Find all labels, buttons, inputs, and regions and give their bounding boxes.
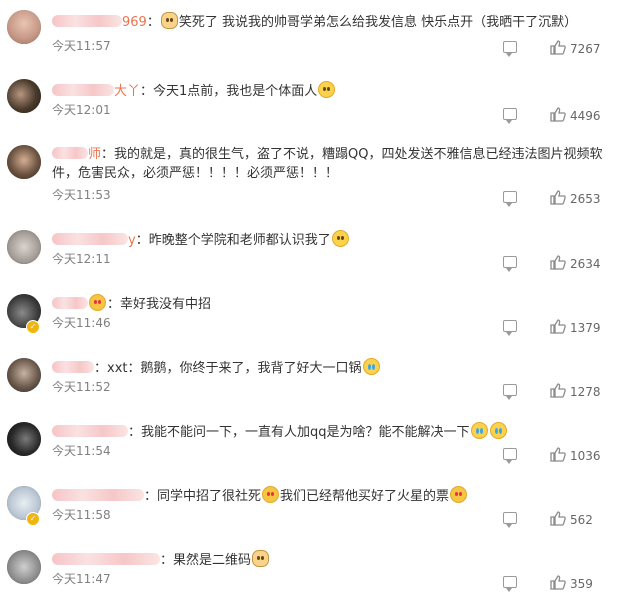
thumbs-up-icon[interactable] — [550, 107, 566, 122]
crying-emoji-icon — [470, 422, 488, 439]
comment-text: xxt：鹅鹅，你终于来了，我背了好大一口锅 — [107, 361, 362, 376]
reply-icon[interactable] — [503, 384, 517, 400]
avatar[interactable] — [7, 358, 41, 392]
reply-icon[interactable] — [503, 576, 517, 592]
smile-emoji-icon — [318, 81, 336, 98]
thumbs-up-icon[interactable] — [550, 511, 566, 526]
comment-time: 今天11:58 — [52, 508, 111, 522]
username[interactable] — [52, 489, 144, 501]
avatar[interactable] — [7, 550, 41, 584]
comment-time: 今天11:52 — [52, 380, 111, 394]
comment-time: 今天11:46 — [52, 316, 111, 330]
comment-text: 我们已经帮他买好了火星的票 — [280, 489, 450, 504]
crying-emoji-icon — [362, 358, 380, 375]
comment-time: 今天11:53 — [52, 188, 111, 202]
reply-icon[interactable] — [503, 41, 517, 57]
comment-item: 969： 笑死了 我说我的帅哥学弟怎么给我发信息 快乐点开（我晒干了沉默） 今天1… — [0, 10, 617, 74]
reply-icon[interactable] — [503, 448, 517, 464]
avatar[interactable] — [7, 10, 41, 44]
comment-text: 幸好我没有中招 — [120, 297, 212, 312]
comment-time: 今天11:57 — [52, 39, 111, 53]
comment-item: ：xxt：鹅鹅，你终于来了，我背了好大一口锅 今天11:52 1278 — [0, 356, 617, 420]
comment-text: 笑死了 我说我的帅哥学弟怎么给我发信息 快乐点开（我晒干了沉默） — [178, 15, 578, 30]
username-suffix: 师 — [88, 147, 102, 162]
reply-icon[interactable] — [503, 512, 517, 528]
comment-time: 今天11:54 — [52, 444, 111, 458]
comment-item: ✓ ：幸好我没有中招 今天11:46 1379 — [0, 292, 617, 356]
heart-eyes-emoji-icon — [450, 486, 468, 503]
comment-item: ：果然是二维码 今天11:47 359 — [0, 548, 617, 596]
like-count: 1278 — [570, 385, 601, 399]
like-count: 4496 — [570, 109, 601, 123]
username[interactable] — [52, 147, 88, 159]
like-count: 562 — [570, 513, 593, 527]
comment-item: 师：我的就是，真的很生气，盗了不说，糟蹋QQ，四处发送不雅信息已经违法图片视频软… — [0, 143, 617, 207]
comment-time: 今天12:11 — [52, 252, 111, 266]
comment-text: 我的就是，真的很生气，盗了不说，糟蹋QQ，四处发送不雅信息已经违法图片视频软件，… — [52, 147, 603, 181]
reply-icon[interactable] — [503, 108, 517, 124]
comment-text: 今天1点前，我也是个体面人 — [153, 84, 318, 99]
thumbs-up-icon[interactable] — [550, 447, 566, 462]
username-suffix: 969 — [122, 15, 147, 30]
avatar[interactable] — [7, 422, 41, 456]
thumbs-up-icon[interactable] — [550, 40, 566, 55]
username[interactable] — [52, 297, 88, 309]
username[interactable] — [52, 233, 128, 245]
reply-icon[interactable] — [503, 320, 517, 336]
comment-item: y：昨晚整个学院和老师都认识我了 今天12:11 2634 — [0, 228, 617, 292]
like-count: 1036 — [570, 449, 601, 463]
dog-emoji-icon — [252, 550, 270, 567]
thumbs-up-icon[interactable] — [550, 319, 566, 334]
comment-time: 今天11:47 — [52, 572, 111, 586]
like-count: 2653 — [570, 192, 601, 206]
comment-item: 大丫：今天1点前，我也是个体面人 今天12:01 4496 — [0, 79, 617, 143]
like-count: 359 — [570, 577, 593, 591]
dog-emoji-icon — [160, 12, 178, 29]
thumbs-up-icon[interactable] — [550, 255, 566, 270]
avatar[interactable] — [7, 145, 41, 179]
thumbs-up-icon[interactable] — [550, 383, 566, 398]
thumbs-up-icon[interactable] — [550, 190, 566, 205]
smile-emoji-icon — [331, 230, 349, 247]
comment-text: 昨晚整个学院和老师都认识我了 — [148, 233, 331, 248]
comment-text: 我能不能问一下，一直有人加qq是为啥？能不能解决一下 — [141, 425, 470, 440]
heart-eyes-emoji-icon — [262, 486, 280, 503]
like-count: 7267 — [570, 42, 601, 56]
crying-emoji-icon — [489, 422, 507, 439]
like-count: 1379 — [570, 321, 601, 335]
comment-item: ✓ ：同学中招了很社死 我们已经帮他买好了火星的票 今天11:58 562 — [0, 484, 617, 548]
verified-badge-icon: ✓ — [26, 320, 40, 334]
username-suffix: y — [128, 233, 136, 248]
verified-badge-icon: ✓ — [26, 512, 40, 526]
like-count: 2634 — [570, 257, 601, 271]
comment-text: 同学中招了很社死 — [157, 489, 262, 504]
comment-item: ：我能不能问一下，一直有人加qq是为啥？能不能解决一下 今天11:54 1036 — [0, 420, 617, 484]
comment-time: 今天12:01 — [52, 103, 111, 117]
username[interactable] — [52, 15, 122, 27]
comment-list: 969： 笑死了 我说我的帅哥学弟怎么给我发信息 快乐点开（我晒干了沉默） 今天1… — [0, 0, 617, 596]
username[interactable] — [52, 84, 114, 96]
heart-eyes-emoji-icon — [89, 294, 106, 311]
thumbs-up-icon[interactable] — [550, 575, 566, 590]
username[interactable] — [52, 553, 160, 565]
username[interactable] — [52, 425, 128, 437]
avatar[interactable] — [7, 79, 41, 113]
reply-icon[interactable] — [503, 256, 517, 272]
comment-text: 果然是二维码 — [173, 553, 252, 568]
avatar[interactable] — [7, 230, 41, 264]
reply-icon[interactable] — [503, 191, 517, 207]
username-suffix: 大丫 — [114, 84, 141, 99]
username[interactable] — [52, 361, 94, 373]
